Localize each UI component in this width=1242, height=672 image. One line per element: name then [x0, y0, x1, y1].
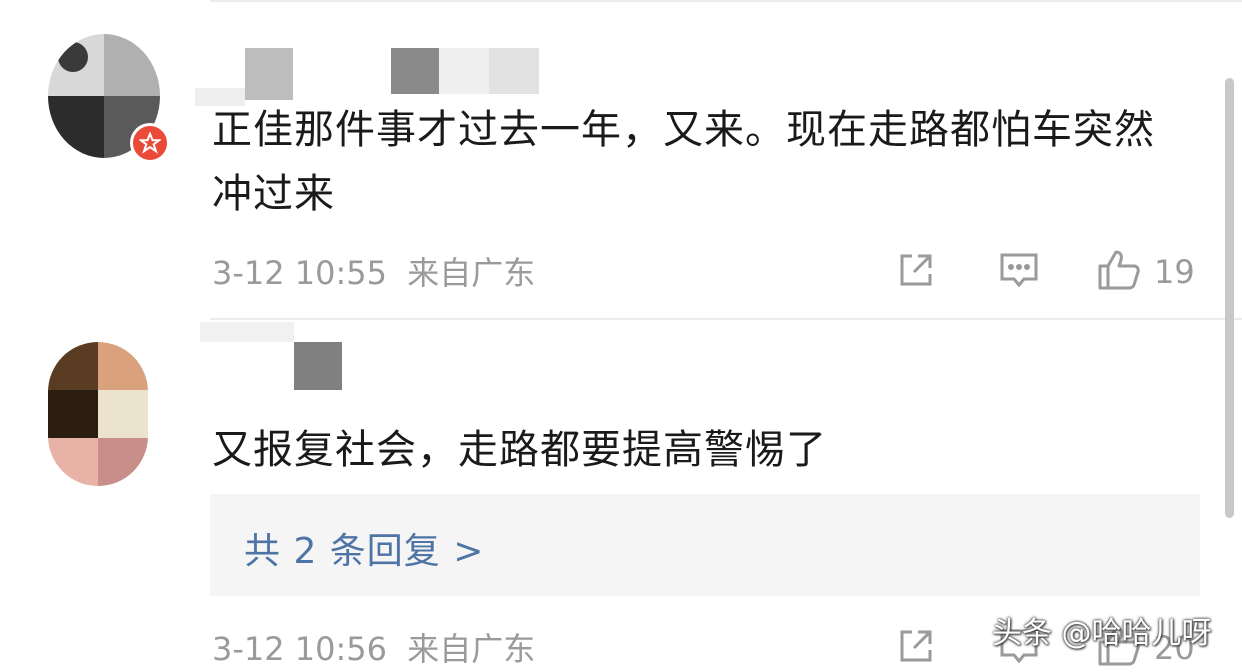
comment-meta: 3-12 10:56 来自广东	[212, 624, 535, 670]
comment-location: 来自广东	[407, 254, 536, 292]
watermark: 头条 @哈哈儿呀	[992, 616, 1212, 651]
top-divider	[210, 0, 1242, 2]
comment-icon[interactable]	[998, 249, 1040, 295]
comment-time: 3-12 10:56	[212, 630, 388, 668]
comment-meta: 3-12 10:55 来自广东	[212, 248, 535, 294]
comment-text: 又报复社会，走路都要提高警惕了	[212, 427, 827, 473]
comment-divider	[210, 318, 1242, 320]
verified-badge-icon	[130, 123, 170, 163]
like-icon[interactable]	[1096, 248, 1142, 296]
scrollbar[interactable]	[1225, 78, 1234, 518]
avatar[interactable]	[48, 342, 148, 486]
view-replies-link[interactable]: 共 2 条回复 >	[244, 522, 484, 574]
comment-time: 3-12 10:55	[212, 254, 388, 292]
comment-location: 来自广东	[407, 630, 536, 668]
comment-text: 正佳那件事才过去一年，又来。现在走路都怕车突然冲过来	[212, 107, 1155, 217]
like-count: 19	[1154, 253, 1195, 291]
comment-actions: 19	[896, 248, 1195, 296]
reply-summary-box[interactable]: 共 2 条回复 >	[210, 494, 1200, 596]
share-icon[interactable]	[896, 626, 936, 670]
username-redacted[interactable]	[200, 322, 380, 392]
share-icon[interactable]	[896, 250, 936, 294]
